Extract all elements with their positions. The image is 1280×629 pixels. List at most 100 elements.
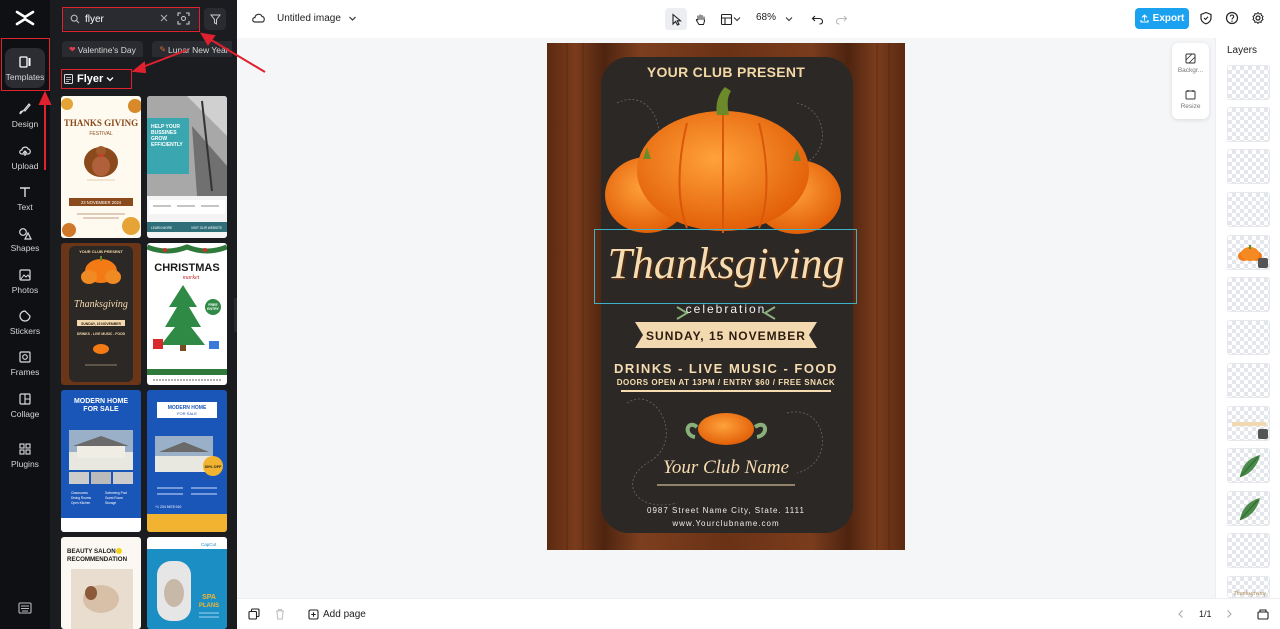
suggestion-chips: ❤ Valentine's Day ✎ Lunar New Year [62,39,232,57]
flyer-celebration[interactable]: celebration [547,302,905,316]
upload-icon [19,146,31,156]
resize-button[interactable]: Resize [1172,81,1209,117]
shield-icon[interactable] [1199,11,1213,25]
layer-item[interactable] [1227,448,1270,483]
keyboard-icon[interactable] [18,602,32,614]
side-tool-label: Backgr... [1177,66,1204,74]
delete-page-icon[interactable] [274,608,286,620]
template-preview: YOUR CLUB PRESENT Thanksgiving SUNDAY, 1… [61,243,141,385]
layer-item[interactable] [1227,107,1270,142]
template-thanksgiving-festival[interactable]: THANKS GIVING FESTIVAL 23 NOVEMBER 2024 [61,96,141,238]
thumb-text: Open Kitchen [71,501,91,505]
image-search-icon[interactable] [177,12,190,25]
thumb-text: CapCut [201,542,217,547]
frames-icon [19,350,31,363]
pages-panel-icon[interactable] [1257,608,1269,620]
template-modern-home-2[interactable]: MODERN HOME FOR SALE 30% OFF +1 234 5678… [147,390,227,532]
thumb-text: RECOMMENDATION [67,556,128,563]
thumb-text: LEARN MORE [151,226,172,230]
template-christmas-market[interactable]: CHRISTMAS market FREE ENTRY [147,243,227,385]
chevron-down-icon[interactable] [733,15,741,23]
flyer-address[interactable]: 0987 Street Name City, State. 1111 [547,506,905,515]
capcut-logo-icon[interactable] [14,8,36,28]
layer-item[interactable]: Thanksgiving [1227,576,1270,598]
layer-item[interactable] [1227,320,1270,355]
help-icon[interactable] [1225,11,1239,25]
rail-label: Shapes [10,242,40,253]
rail-item-templates[interactable]: Templates [0,48,50,88]
cloud-sync-icon[interactable] [251,11,266,25]
rail-item-photos[interactable]: Photos [0,261,50,301]
thumb-text: SPA [202,594,216,601]
flyer-date[interactable]: SUNDAY, 15 NOVEMBER [547,329,905,343]
template-preview: MODERN HOME FOR SALE 30% OFF +1 234 5678… [147,390,227,532]
rail-label: Text [17,201,33,212]
lock-icon[interactable] [1258,258,1268,268]
layer-item[interactable] [1227,491,1270,526]
search-box[interactable] [62,8,200,30]
chevron-down-icon[interactable] [348,14,357,23]
filter-button[interactable] [204,8,226,30]
layer-item[interactable] [1227,277,1270,312]
layer-item[interactable] [1227,235,1270,270]
template-business-growth[interactable]: HELP YOUR BUSSINES GROW EFFICIENTLY LEAR… [147,96,227,238]
rail-item-collage[interactable]: Collage [0,385,50,425]
background-button[interactable]: Backgr... [1172,45,1209,81]
rail-item-text[interactable]: Text [0,178,50,218]
text-layer-preview: Thanksgiving [1233,591,1265,597]
flyer-canvas[interactable]: YOUR CLUB PRESENT Thanksgiving celebrati… [547,43,905,550]
rail-item-upload[interactable]: Upload [0,137,50,177]
design-icon [19,102,31,114]
layers-panel: Layers Thanksgiving [1215,38,1280,598]
zoom-level[interactable]: 68% [756,12,776,23]
add-page-label: Add page [323,608,366,620]
duplicate-page-icon[interactable] [248,608,260,620]
template-thanksgiving-club[interactable]: YOUR CLUB PRESENT Thanksgiving SUNDAY, 1… [61,243,141,385]
flyer-website[interactable]: www.Yourclubname.com [547,519,905,528]
template-spa-plans[interactable]: CapCut SPA PLANS [147,537,227,629]
layer-item[interactable] [1227,149,1270,184]
previous-page-icon[interactable] [1175,608,1187,620]
thumb-text: BEAUTY SALON [67,548,116,555]
add-page-button[interactable]: Add page [308,607,366,621]
canvas-area[interactable]: YOUR CLUB PRESENT Thanksgiving celebrati… [237,38,1215,598]
template-modern-home-1[interactable]: MODERN HOME FOR SALE Classrooms Dining R… [61,390,141,532]
category-dropdown[interactable]: Flyer [62,70,132,88]
redo-button[interactable] [830,8,852,30]
flyer-features[interactable]: DRINKS - LIVE MUSIC - FOOD [547,361,905,376]
layer-item[interactable] [1227,363,1270,398]
hand-icon [695,14,705,25]
next-page-icon[interactable] [1223,608,1235,620]
lock-icon[interactable] [1258,429,1268,439]
export-button[interactable]: Export [1135,8,1189,29]
layer-item[interactable] [1227,533,1270,568]
undo-button[interactable] [806,8,828,30]
clear-icon[interactable] [159,13,169,23]
template-preview: CHRISTMAS market FREE ENTRY [147,243,227,385]
rail-item-stickers[interactable]: Stickers [0,302,50,342]
rail-item-shapes[interactable]: Shapes [0,219,50,259]
selection-box[interactable] [594,229,857,304]
chip-lunar-new-year[interactable]: ✎ Lunar New Year [152,40,232,57]
layer-item[interactable] [1227,65,1270,100]
rail-item-design[interactable]: Design [0,95,50,135]
flyer-club-present[interactable]: YOUR CLUB PRESENT [547,64,905,80]
rail-item-plugins[interactable]: Plugins [0,435,50,475]
gear-icon[interactable] [1251,11,1265,25]
select-tool-button[interactable] [665,8,687,30]
chip-valentines-day[interactable]: ❤ Valentine's Day [62,40,143,57]
flyer-club-name[interactable]: Your Club Name [547,457,905,479]
chevron-down-icon[interactable] [785,15,793,23]
rail-item-frames[interactable]: Frames [0,343,50,383]
search-input[interactable] [85,13,155,25]
hand-tool-button[interactable] [689,8,711,30]
thumb-text: market [183,275,200,281]
brush-icon: ✎ [159,45,167,54]
template-preview: HELP YOUR BUSSINES GROW EFFICIENTLY LEAR… [147,96,227,238]
document-title[interactable]: Untitled image [277,13,341,24]
layer-item[interactable] [1227,192,1270,227]
thumb-text: +1 234 5678 910 [155,505,181,509]
layer-item[interactable] [1227,406,1270,441]
template-beauty-salon[interactable]: BEAUTY SALON RECOMMENDATION [61,537,141,629]
flyer-details[interactable]: DOORS OPEN AT 13PM / ENTRY $60 / FREE SN… [547,378,905,387]
